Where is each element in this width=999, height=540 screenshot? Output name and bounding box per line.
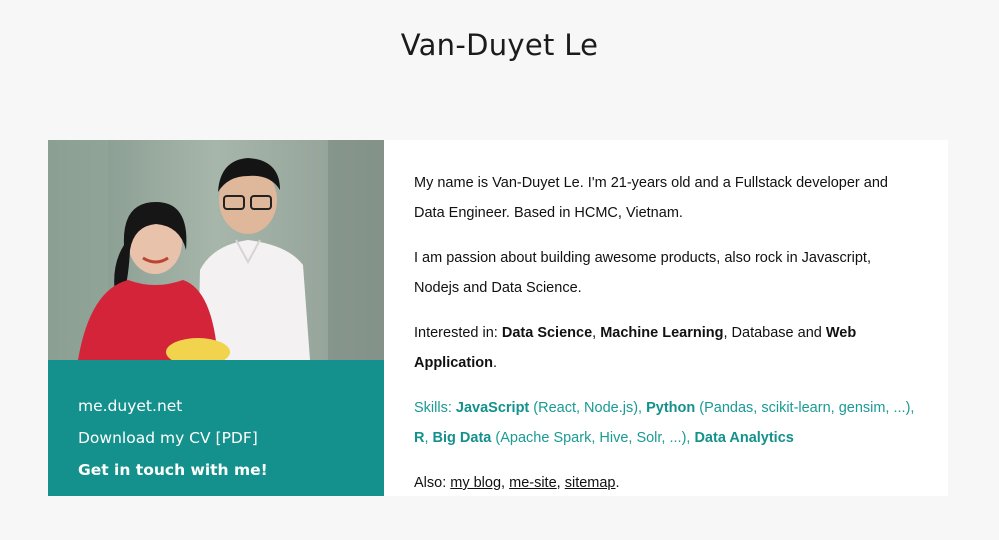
download-cv-link[interactable]: Download my CV [PDF] — [78, 422, 354, 454]
me-site-link[interactable]: me-site — [509, 475, 557, 491]
also-sep-1: , — [501, 475, 510, 491]
blog-link[interactable]: my blog — [450, 475, 501, 491]
skills-paragraph: Skills: JavaScript (React, Node.js), Pyt… — [414, 393, 918, 453]
website-link[interactable]: me.duyet.net — [78, 390, 354, 422]
interests-paragraph: Interested in: Data Science, Machine Lea… — [414, 318, 918, 378]
skill-r: R — [414, 430, 425, 446]
also-end: . — [615, 475, 620, 491]
skill-javascript: JavaScript — [455, 400, 530, 416]
skill-big-data: Big Data — [432, 430, 492, 446]
skill-python: Python — [646, 400, 696, 416]
sitemap-link[interactable]: sitemap — [565, 475, 616, 491]
page-title: Van-Duyet Le — [400, 28, 599, 62]
profile-card: me.duyet.net Download my CV [PDF] Get in… — [48, 140, 948, 496]
profile-photo — [48, 140, 384, 360]
skills-prefix: Skills: — [414, 400, 456, 416]
skill-r-sep: , — [424, 430, 433, 446]
contact-cta-link[interactable]: Get in touch with me! — [78, 454, 354, 486]
skill-javascript-detail: (React, Node.js), — [529, 400, 647, 416]
interests-prefix: Interested in: — [414, 325, 502, 341]
interests-sep: , — [592, 325, 601, 341]
skill-big-data-detail: (Apache Spark, Hive, Solr, ...), — [491, 430, 695, 446]
interests-database: , Database and — [723, 325, 826, 341]
profile-sidebar: me.duyet.net Download my CV [PDF] Get in… — [48, 140, 384, 496]
also-sep-2: , — [556, 475, 565, 491]
also-paragraph: Also: my blog, me-site, sitemap. — [414, 468, 918, 498]
interest-data-science: Data Science — [501, 325, 593, 341]
passion-paragraph: I am passion about building awesome prod… — [414, 250, 871, 296]
contact-panel: me.duyet.net Download my CV [PDF] Get in… — [48, 360, 384, 496]
also-prefix: Also: — [414, 475, 451, 491]
intro-paragraph: My name is Van-Duyet Le. I'm 21-years ol… — [414, 175, 888, 221]
skill-data-analytics: Data Analytics — [694, 430, 794, 446]
interest-machine-learning: Machine Learning — [600, 325, 724, 341]
interests-end: . — [492, 355, 497, 371]
about-section: My name is Van-Duyet Le. I'm 21-years ol… — [384, 140, 948, 496]
skill-python-detail: (Pandas, scikit-learn, gensim, ...), — [695, 400, 915, 416]
